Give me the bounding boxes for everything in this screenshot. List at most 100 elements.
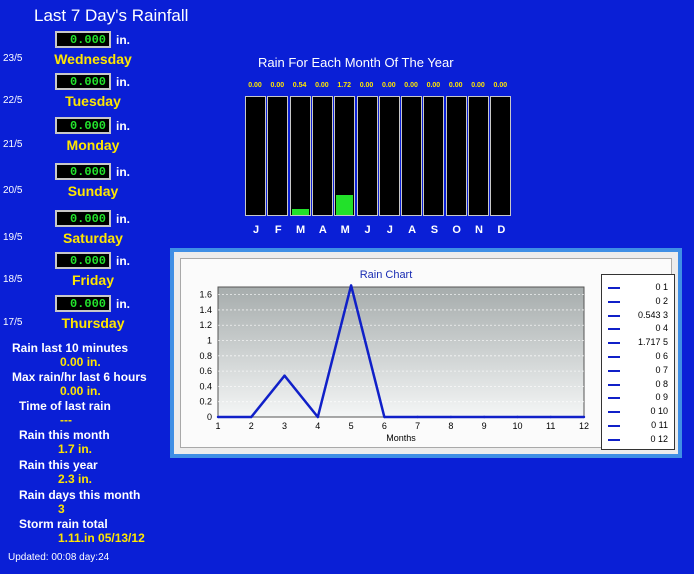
month-rain-fill <box>291 209 309 215</box>
legend-line-swatch <box>608 328 620 331</box>
y-tick-label: 1 <box>207 336 212 346</box>
month-rain-value: 0.00 <box>248 82 262 89</box>
updated-timestamp: Updated: 00:08 day:24 <box>8 552 110 563</box>
day-name: Friday <box>71 272 114 288</box>
month-rain-bar <box>356 96 378 216</box>
day-rain-display: 0.000 <box>55 73 111 90</box>
y-tick-label: 1.2 <box>199 320 212 330</box>
legend-entry: 1.717 5 <box>606 336 670 348</box>
x-tick-label: 12 <box>579 421 589 431</box>
max-rain-hr-label: Max rain/hr last 6 hours <box>12 370 147 384</box>
rain-data-point <box>216 415 220 419</box>
day-name: Sunday <box>67 183 119 199</box>
rain-days-month-label: Rain days this month <box>19 488 141 502</box>
x-tick-label: 2 <box>249 421 254 431</box>
legend-label: 0 2 <box>655 295 668 306</box>
rain-chart-plot: 00.20.40.60.811.21.41.61 2 3 4 5 6 7 8 9 10 11 12Mo… <box>199 284 589 443</box>
rain-this-month-value: 1.7 in. <box>58 442 93 456</box>
time-last-rain-label: Time of last rain <box>19 399 111 413</box>
month-label: M <box>296 224 306 236</box>
legend-entry: 0 8 <box>606 378 670 390</box>
day-rain-unit: in. <box>116 119 130 133</box>
y-tick-label: 0.8 <box>199 351 212 361</box>
rain-data-point <box>349 284 353 287</box>
month-rain-bar <box>445 96 467 216</box>
monthly-rain-title: Rain For Each Month Of The Year <box>258 55 454 70</box>
day-rain-unit: in. <box>116 75 130 89</box>
month-rain-bar <box>378 96 400 216</box>
rain-days-month-value: 3 <box>58 502 65 516</box>
day-rain-display: 0.000 <box>55 117 111 134</box>
rain-data-point <box>449 415 453 419</box>
legend-label: 0 1 <box>655 282 668 292</box>
rain-data-point <box>316 415 320 419</box>
month-label: O <box>452 224 461 236</box>
legend-label: 0 10 <box>650 406 668 417</box>
day-rain-unit: in. <box>116 33 130 47</box>
rain-data-point <box>549 415 552 419</box>
month-label: F <box>274 224 282 236</box>
day-name: Thursday <box>61 315 125 331</box>
day-rain-display: 0.000 <box>55 295 111 312</box>
legend-line-swatch <box>608 383 620 386</box>
rain-data-point <box>416 415 419 419</box>
day-name: Monday <box>66 137 120 153</box>
legend-line-swatch <box>608 314 620 317</box>
rain-chart-panel: Rain Chart 0 0.2 0.4 0.6 0.8 1 1.2 1.4 1.6 1 2 3 4 5 6… <box>170 248 682 458</box>
legend-entry: 0 6 <box>606 350 670 362</box>
last-7-days-title: Last 7 Day's Rainfall <box>34 6 189 25</box>
legend-entry: 0 9 <box>606 391 670 403</box>
month-rain-bar <box>468 96 489 216</box>
month-rain-value: 0.00 <box>270 82 285 89</box>
month-label: N <box>475 224 483 236</box>
legend-label: 0 6 <box>655 351 668 361</box>
x-tick-label: 8 <box>448 421 453 431</box>
rain-last-10-min-value: 0.00 in. <box>60 355 101 369</box>
day-rain-display: 0.000 <box>55 163 111 180</box>
month-rain-value: 1.72 <box>337 82 351 89</box>
month-label: J <box>252 224 260 236</box>
day-rain-display: 0.000 <box>55 252 111 269</box>
x-tick-label: 5 <box>349 421 354 431</box>
x-tick-label: 1 <box>215 421 220 431</box>
storm-rain-total-label: Storm rain total <box>19 517 108 531</box>
month-label: D <box>497 224 506 236</box>
month-rain-value: 0.54 <box>292 82 307 89</box>
month-label: A <box>408 224 417 236</box>
legend-entry: 0 10 <box>606 405 670 417</box>
x-tick-label: 4 <box>315 421 320 431</box>
storm-rain-total-value: 1.11.in 05/13/12 <box>58 531 145 545</box>
x-tick-label: 3 <box>282 421 287 431</box>
day-name: Tuesday <box>65 93 121 109</box>
month-rain-value: 0.00 <box>448 82 463 89</box>
month-rain-bar <box>401 96 423 216</box>
y-tick-label: 0.4 <box>199 381 212 391</box>
rain-data-point <box>283 374 286 377</box>
y-tick-label: 0.2 <box>199 397 212 407</box>
month-label: S <box>430 224 439 236</box>
legend-entry: 0 11 <box>606 419 670 431</box>
month-label: J <box>364 224 371 236</box>
month-rain-value: 0.00 <box>426 82 441 89</box>
month-rain-value: 0.00 <box>359 82 374 89</box>
day-name: Saturday <box>63 230 123 246</box>
x-tick-label: 10 <box>512 421 522 431</box>
legend-line-swatch <box>608 356 620 358</box>
month-rain-value: 0.00 <box>381 82 396 89</box>
month-label: A <box>318 224 327 236</box>
legend-line-swatch <box>608 287 620 289</box>
legend-label: 0 7 <box>655 364 668 375</box>
month-rain-value: 0.00 <box>493 82 508 89</box>
legend-label: 1.717 5 <box>637 337 668 348</box>
y-tick-label: 1.4 <box>199 305 212 315</box>
month-rain-bar <box>311 96 333 216</box>
legend-line-swatch <box>608 300 620 303</box>
month-rain-bar <box>267 96 289 216</box>
legend-entry: 0 1 <box>606 281 670 293</box>
legend-label: 0 12 <box>650 433 668 444</box>
rain-data-point <box>250 415 253 419</box>
legend-line-swatch <box>608 411 620 414</box>
legend-entry: 0 7 <box>606 364 670 376</box>
day-rain-unit: in. <box>116 212 130 226</box>
rain-chart-frame: Rain Chart 0 0.2 0.4 0.6 0.8 1 1.2 1.4 1.6 1 2 3 4 5 6… <box>180 258 675 450</box>
